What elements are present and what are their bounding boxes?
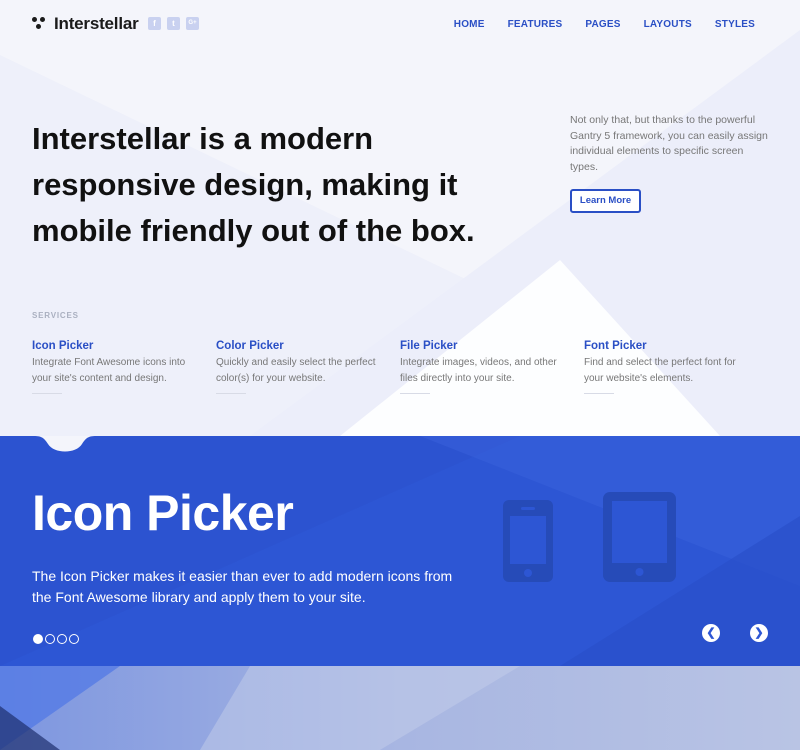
social-links: f t G+ (148, 17, 199, 30)
slider-text: The Icon Picker makes it easier than eve… (32, 568, 453, 605)
nav-home[interactable]: HOME (454, 19, 485, 30)
service-title[interactable]: File Picker (400, 340, 584, 352)
service-icon-picker: Icon Picker Integrate Font Awesome icons… (32, 340, 216, 394)
slider-notch (34, 436, 96, 452)
service-desc: Find and select the perfect font for you… (584, 357, 736, 384)
divider (400, 393, 430, 394)
brand-name: Interstellar (54, 14, 139, 33)
nav-pages[interactable]: PAGES (585, 19, 620, 30)
services-label: SERVICES (32, 311, 79, 320)
hero-side: Not only that, but thanks to the powerfu… (570, 113, 770, 213)
tablet-icon (603, 492, 676, 582)
hero-side-text: Not only that, but thanks to the powerfu… (570, 114, 768, 173)
service-title[interactable]: Font Picker (584, 340, 768, 352)
learn-more-button[interactable]: Learn More (570, 189, 641, 213)
google-plus-icon[interactable]: G+ (186, 17, 199, 30)
divider (216, 393, 246, 394)
slider-dot-3[interactable] (57, 634, 67, 644)
service-desc: Quickly and easily select the perfect co… (216, 357, 376, 384)
service-file-picker: File Picker Integrate images, videos, an… (400, 340, 584, 394)
service-color-picker: Color Picker Quickly and easily select t… (216, 340, 400, 394)
header: Interstellar f t G+ HOME FEATURES PAGES … (0, 0, 800, 50)
nav-styles[interactable]: STYLES (715, 19, 755, 30)
main-nav: HOME FEATURES PAGES LAYOUTS STYLES (431, 19, 755, 30)
slider-next-button[interactable]: ❯ (750, 624, 768, 642)
slider-dot-4[interactable] (69, 634, 79, 644)
divider (32, 393, 62, 394)
slider-title: Icon Picker (32, 485, 294, 541)
service-title[interactable]: Color Picker (216, 340, 400, 352)
twitter-icon[interactable]: t (167, 17, 180, 30)
bottom-section-background (0, 666, 800, 750)
service-title[interactable]: Icon Picker (32, 340, 216, 352)
service-font-picker: Font Picker Find and select the perfect … (584, 340, 768, 394)
slider-dot-2[interactable] (45, 634, 55, 644)
hero-heading: Interstellar is a modern responsive desi… (32, 121, 475, 248)
mobile-phone-icon (503, 500, 553, 582)
service-desc: Integrate Font Awesome icons into your s… (32, 357, 186, 384)
logo-mark-icon (32, 17, 46, 31)
facebook-icon[interactable]: f (148, 17, 161, 30)
slider-prev-button[interactable]: ❮ (702, 624, 720, 642)
slider-dot-1[interactable] (33, 634, 43, 644)
service-desc: Integrate images, videos, and other file… (400, 357, 557, 384)
nav-layouts[interactable]: LAYOUTS (644, 19, 692, 30)
divider (584, 393, 614, 394)
slider-background (0, 436, 800, 666)
slider-pagination (33, 634, 79, 644)
services-list: Icon Picker Integrate Font Awesome icons… (32, 340, 768, 394)
logo[interactable]: Interstellar (32, 14, 139, 34)
feature-slider: Icon Picker The Icon Picker makes it eas… (0, 436, 800, 666)
nav-features[interactable]: FEATURES (508, 19, 563, 30)
